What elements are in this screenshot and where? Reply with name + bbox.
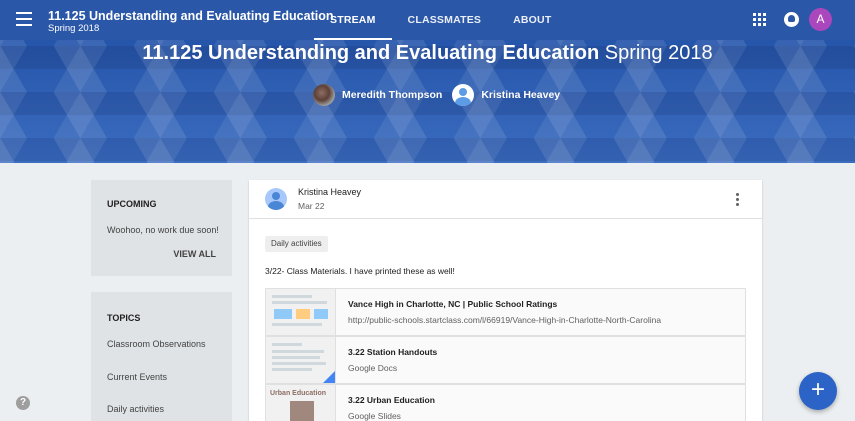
attachment-title: 3.22 Urban Education [348,395,435,405]
post-date[interactable]: Mar 22 [298,201,324,211]
hero-title-term: Spring 2018 [604,42,713,64]
top-app-bar: 11.125 Understanding and Evaluating Educ… [0,0,855,40]
attachment-slides[interactable]: Urban Education 3.22 Urban Education Goo… [265,384,746,421]
topic-item-daily-activities[interactable]: Daily activities [107,404,164,414]
view-all-link[interactable]: VIEW ALL [173,249,216,259]
topics-heading: TOPICS [107,313,141,323]
post-text: 3/22- Class Materials. I have printed th… [265,266,455,276]
upcoming-heading: UPCOMING [107,199,157,209]
hero-title: 11.125 Understanding and Evaluating Educ… [0,42,855,65]
post-author: Kristina Heavey [298,187,362,197]
bell-icon[interactable] [784,12,799,27]
doc-thumbnail [266,337,336,383]
teacher-item[interactable]: Kristina Heavey [452,84,560,106]
attachment-type: Google Docs [348,363,398,373]
attachment-url: http://public-schools.startclass.com/l/6… [348,315,662,325]
docs-icon [323,371,335,383]
topic-item-current-events[interactable]: Current Events [107,372,167,382]
tab-bar: STREAM CLASSMATES ABOUT [314,0,567,40]
teacher-photo-avatar [313,84,335,106]
course-title: 11.125 Understanding and Evaluating Educ… [48,9,334,23]
hero-title-main: 11.125 Understanding and Evaluating Educ… [142,42,600,64]
topic-chip[interactable]: Daily activities [265,236,328,252]
topic-item-classroom-observations[interactable]: Classroom Observations [107,339,206,349]
tab-about[interactable]: ABOUT [497,0,567,40]
attachment-title: Vance High in Charlotte, NC | Public Sch… [348,299,558,309]
slides-thumbnail: Urban Education [266,385,336,421]
apps-icon[interactable] [753,13,766,26]
attachment-thumbnail [266,289,336,335]
teacher-item[interactable]: Meredith Thompson [313,84,442,106]
attachment-link[interactable]: Vance High in Charlotte, NC | Public Sch… [265,288,746,336]
attachment-doc[interactable]: 3.22 Station Handouts Google Docs [265,336,746,384]
course-term: Spring 2018 [48,23,100,34]
person-icon [452,84,475,106]
tab-stream[interactable]: STREAM [314,0,392,40]
upcoming-message: Woohoo, no work due soon! [107,225,219,235]
menu-icon[interactable] [16,12,32,26]
more-vert-icon[interactable] [736,193,740,207]
attachment-title: 3.22 Station Handouts [348,347,438,357]
tab-classmates[interactable]: CLASSMATES [392,0,498,40]
divider [249,218,762,219]
slide-thumbnail-image [290,401,314,421]
topics-panel: TOPICS Classroom Observations Current Ev… [91,292,232,421]
help-icon[interactable]: ? [16,396,30,410]
person-icon [265,188,287,210]
upcoming-panel: UPCOMING Woohoo, no work due soon! VIEW … [91,180,232,276]
course-header[interactable]: 11.125 Understanding and Evaluating Educ… [48,9,333,34]
slide-thumbnail-title: Urban Education [270,390,327,397]
teacher-name: Meredith Thompson [342,89,443,101]
teacher-name: Kristina Heavey [481,89,561,101]
stream-post: Kristina Heavey Mar 22 Daily activities … [249,180,762,421]
teacher-list: Meredith Thompson Kristina Heavey [313,82,570,108]
add-icon[interactable]: + [799,372,837,410]
account-avatar[interactable]: A [809,8,832,31]
attachment-type: Google Slides [348,411,401,421]
